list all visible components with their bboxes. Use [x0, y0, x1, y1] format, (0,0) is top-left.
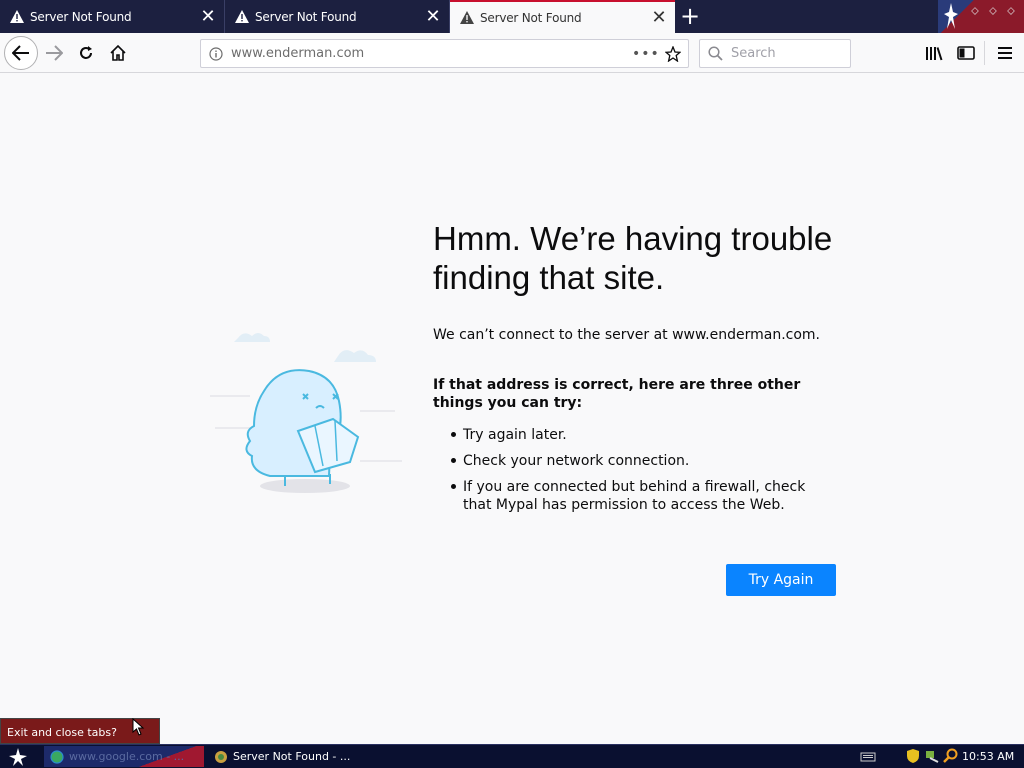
plus-icon[interactable]: + — [676, 4, 704, 30]
page-actions-button[interactable]: ••• — [632, 46, 659, 62]
clock: 10:53 AM — [962, 750, 1015, 763]
star-decoration-icon — [944, 3, 958, 29]
taskbar-item[interactable]: www.google.com - ... — [44, 746, 204, 767]
navigation-bar: www.enderman.com ••• Search — [0, 33, 1024, 73]
library-button[interactable] — [920, 39, 948, 67]
list-item: Check your network connection. — [433, 452, 833, 470]
sidebar-button[interactable] — [952, 39, 980, 67]
list-item: Try again later. — [433, 426, 833, 444]
back-arrow-icon — [12, 45, 29, 61]
menu-icon — [998, 47, 1012, 59]
warning-icon — [235, 10, 249, 23]
list-item: If you are connected but behind a firewa… — [433, 478, 833, 514]
tab-strip: Server Not Found ✕ Server Not Found ✕ Se… — [0, 0, 1024, 33]
home-icon — [110, 45, 126, 61]
info-icon[interactable] — [201, 46, 231, 61]
minimize-button[interactable]: ⬦ — [968, 4, 982, 18]
close-icon[interactable]: ✕ — [649, 8, 669, 28]
search-icon — [708, 46, 723, 61]
tab-1[interactable]: Server Not Found ✕ — [0, 0, 225, 33]
url-text[interactable]: www.enderman.com — [231, 46, 632, 61]
search-icon[interactable] — [943, 748, 959, 764]
taskbar-item-label: Server Not Found - ... — [233, 750, 351, 763]
start-button[interactable] — [4, 746, 32, 768]
tab-2[interactable]: Server Not Found ✕ — [225, 0, 450, 33]
reload-icon — [80, 46, 92, 59]
star-icon[interactable] — [658, 45, 688, 62]
taskbar-item-label: www.google.com - ... — [69, 750, 185, 763]
close-icon[interactable]: ✕ — [423, 7, 443, 27]
warning-icon — [460, 11, 474, 24]
warning-icon — [10, 10, 24, 23]
toolbar-separator — [984, 41, 985, 65]
tab-title: Server Not Found — [255, 9, 357, 24]
globe-icon — [50, 749, 64, 764]
error-page: Hmm. We’re having trouble finding that s… — [0, 74, 1024, 744]
error-description: We can’t connect to the server at www.en… — [433, 327, 821, 343]
search-placeholder: Search — [731, 46, 776, 61]
library-icon — [926, 47, 943, 61]
network-icon[interactable] — [924, 748, 940, 764]
window-controls: ⬦ ⬦ ⬦ — [938, 0, 1024, 33]
start-star-icon — [9, 748, 27, 766]
menu-button[interactable] — [991, 39, 1019, 67]
try-again-button[interactable]: Try Again — [726, 564, 836, 596]
dinosaur-illustration — [210, 333, 402, 493]
url-bar[interactable]: www.enderman.com ••• — [200, 39, 689, 68]
close-icon[interactable]: ✕ — [198, 7, 218, 27]
tips-heading: If that address is correct, here are thr… — [433, 377, 801, 411]
reload-button[interactable] — [72, 39, 100, 67]
home-button[interactable] — [104, 39, 132, 67]
maximize-button[interactable]: ⬦ — [986, 4, 1000, 18]
keyboard-icon[interactable] — [860, 748, 876, 764]
tab-3-active[interactable]: Server Not Found ✕ — [450, 0, 675, 33]
close-window-button[interactable]: ⬦ — [1004, 4, 1018, 18]
mouse-cursor-icon — [132, 718, 145, 736]
taskbar: www.google.com - ... Server Not Found - … — [0, 744, 1024, 768]
shield-icon[interactable] — [905, 748, 921, 764]
back-button[interactable] — [4, 36, 38, 70]
tab-title: Server Not Found — [480, 10, 582, 25]
forward-arrow-icon — [46, 45, 63, 61]
tips-list: Try again later. Check your network conn… — [433, 426, 833, 522]
error-title: Hmm. We’re having trouble finding that s… — [433, 220, 833, 296]
taskbar-item[interactable]: Server Not Found - ... — [208, 746, 368, 767]
forward-button[interactable] — [40, 39, 68, 67]
search-input[interactable]: Search — [699, 39, 851, 68]
sidebar-icon — [957, 46, 975, 60]
tab-title: Server Not Found — [30, 9, 132, 24]
browser-icon — [215, 750, 227, 763]
